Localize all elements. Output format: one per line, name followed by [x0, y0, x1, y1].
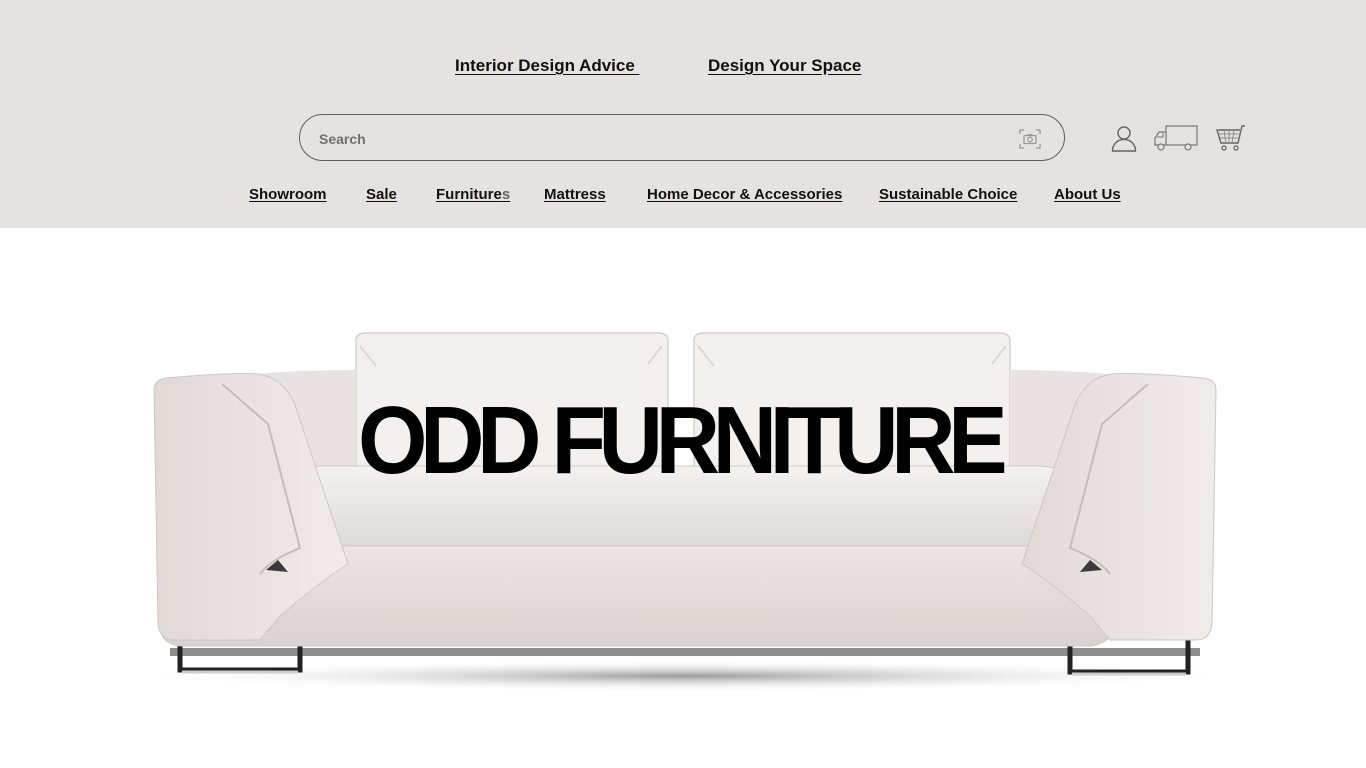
nav-furnitures[interactable]: Furnitures [436, 186, 510, 203]
sofa-hero-image [130, 332, 1240, 692]
nav-about-us[interactable]: About Us [1054, 186, 1121, 203]
brand-title: ODD FURNITURE [358, 387, 1008, 494]
shopping-cart-icon[interactable] [1215, 124, 1247, 152]
user-icon[interactable] [1110, 124, 1138, 152]
nav-sustainable-choice[interactable]: Sustainable Choice [879, 186, 1017, 203]
nav-showroom[interactable]: Showroom [249, 186, 327, 203]
interior-design-advice-link[interactable]: Interior Design Advice [455, 56, 640, 76]
nav-furnitures-suffix: s [501, 186, 511, 203]
nav-furnitures-label: Furniture [436, 186, 502, 203]
nav-sale[interactable]: Sale [366, 186, 397, 203]
nav-mattress[interactable]: Mattress [544, 186, 606, 203]
site-header: Interior Design Advice Design Your Space… [0, 0, 1366, 228]
search-input[interactable] [317, 127, 1001, 151]
delivery-truck-icon[interactable] [1153, 124, 1199, 152]
nav-home-decor-accessories[interactable]: Home Decor & Accessories [647, 186, 842, 203]
camera-search-icon[interactable] [1018, 127, 1042, 151]
search-bar [299, 114, 1065, 161]
design-your-space-link[interactable]: Design Your Space [708, 56, 861, 76]
